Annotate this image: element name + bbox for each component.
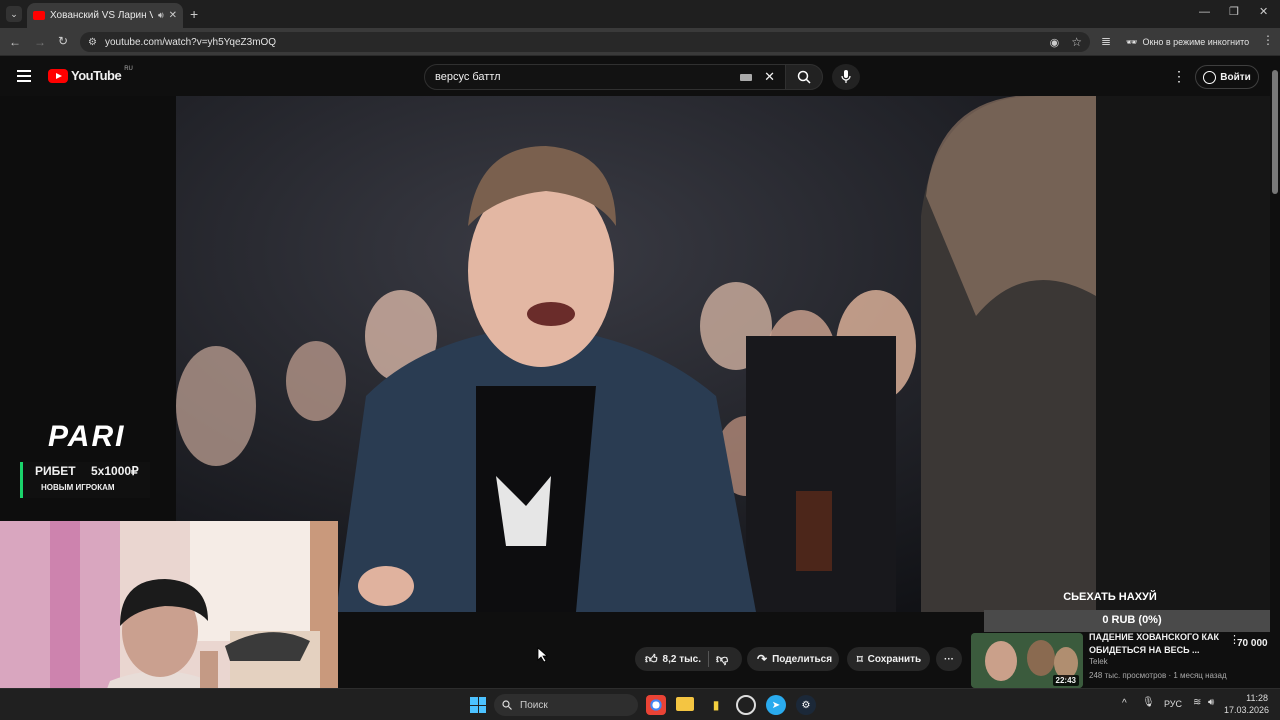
more-actions-button[interactable]: ··· <box>936 647 962 671</box>
share-icon: ↷ <box>757 652 768 666</box>
back-arrow-icon[interactable]: ← <box>9 36 21 48</box>
thumbs-up-icon: 👍︎ <box>645 651 658 666</box>
thumbs-down-icon: 👎︎ <box>716 651 729 666</box>
clock-date: 17.03.2026 <box>1224 705 1270 715</box>
more-horizontal-icon: ··· <box>944 653 954 665</box>
clock-time: 11:28 <box>1246 693 1268 703</box>
pari-promo-sub: НОВЫМ ИГРОКАМ <box>41 483 115 492</box>
pari-logo: PARI <box>48 420 126 453</box>
youtube-play-icon <box>48 68 68 83</box>
url-text: youtube.com/watch?v=yh5YqeZ3mOQ <box>104 36 277 48</box>
taskbar-search-label: Поиск <box>520 699 548 711</box>
save-label: Сохранить <box>867 653 922 665</box>
pari-promo-left: РИБЕТ <box>35 464 76 478</box>
related-video-channel[interactable]: Telek <box>1089 657 1108 666</box>
new-tab-button[interactable]: + <box>190 6 198 22</box>
signin-button[interactable]: Войти <box>1195 65 1259 89</box>
incognito-icon: 🕶︎ <box>1126 36 1138 47</box>
file-explorer-icon[interactable] <box>676 697 694 711</box>
volume-icon[interactable]: 🔊︎ <box>1208 697 1214 708</box>
eye-off-icon[interactable]: ◉ <box>1050 36 1060 49</box>
like-count: 8,2 тыс. <box>662 653 702 665</box>
search-input[interactable]: версус баттл ✕ <box>424 64 786 90</box>
input-language[interactable]: РУС <box>1164 699 1182 709</box>
start-button[interactable] <box>470 697 486 713</box>
donation-goal-overlay: СЬЕХАТЬ НАХУЙ 0 RUB (0%) <box>984 585 1272 633</box>
reading-list-icon[interactable]: ≣ <box>1101 35 1111 47</box>
tab-title: Хованский VS Ларин Versus <box>50 10 153 21</box>
share-label: Поделиться <box>772 653 833 665</box>
browser-tab-bar: ⌄ Хованский VS Ларин Versus 🔊︎ ✕ + — ❐ ✕ <box>0 0 1280 28</box>
related-video-meta: 248 тыс. просмотров · 1 месяц назад <box>1089 671 1227 680</box>
youtube-favicon-icon <box>33 11 45 20</box>
wifi-icon[interactable]: ≋ <box>1193 697 1201 708</box>
settings-menu-icon[interactable]: ⋮ <box>1172 68 1186 85</box>
video-duration: 22:43 <box>1052 675 1079 686</box>
tray-mic-icon[interactable]: 🎙︎ <box>1142 697 1155 708</box>
taskbar-search-icon <box>502 700 512 710</box>
related-video-title[interactable]: ПАДЕНИЕ ХОВАНСКОГО КАК ОБИДЕТЬСЯ НА ВЕСЬ… <box>1089 631 1229 657</box>
browser-menu-icon[interactable]: ⋮ <box>1262 34 1274 46</box>
page-scrollbar[interactable] <box>1270 56 1280 688</box>
forward-arrow-icon[interactable]: → <box>34 36 46 48</box>
pari-promo-overlay: PARI РИБЕТ 5x1000₽ НОВЫМ ИГРОКАМ <box>16 420 166 500</box>
video-right-dark-area <box>1096 96 1270 616</box>
save-button[interactable]: ⌑ Сохранить <box>847 647 930 671</box>
donation-progress-bar: 0 RUB (0%) <box>984 610 1272 632</box>
share-button[interactable]: ↷ Поделиться <box>747 647 839 671</box>
reload-icon[interactable]: ↻ <box>58 35 68 47</box>
hamburger-menu-icon[interactable] <box>17 70 31 82</box>
chrome-icon[interactable] <box>646 695 666 715</box>
tab-search-button[interactable]: ⌄ <box>6 6 22 22</box>
search-query: версус баттл <box>435 71 501 83</box>
windows-taskbar: Поиск ▮ ➤ ⚙︎ ^ 🎙︎ РУС ≋ 🔊︎ 11:28 17.03.2… <box>0 688 1280 720</box>
related-video-thumbnail[interactable]: 22:43 <box>971 633 1083 688</box>
bookmark-star-icon[interactable]: ☆ <box>1071 35 1082 49</box>
telegram-icon[interactable]: ➤ <box>766 695 786 715</box>
steam-icon[interactable]: ⚙︎ <box>796 695 816 715</box>
search-button[interactable] <box>785 64 823 90</box>
site-info-icon[interactable]: ⚙︎ <box>88 37 97 48</box>
like-button[interactable]: 👍︎ 8,2 тыс. <box>645 652 701 667</box>
pari-promo-right: 5x1000₽ <box>91 464 139 478</box>
obs-icon[interactable] <box>736 695 756 715</box>
app-icon-yellow[interactable]: ▮ <box>706 695 726 715</box>
incognito-indicator[interactable]: 🕶︎ Окно в режиме инкогнито <box>1120 32 1255 52</box>
restore-button[interactable]: ❐ <box>1229 5 1239 18</box>
minimize-button[interactable]: — <box>1199 6 1210 18</box>
donation-goal-title: СЬЕХАТЬ НАХУЙ <box>1063 591 1157 603</box>
youtube-logo-text: YouTube <box>71 68 122 83</box>
related-video-item[interactable]: 22:43 ПАДЕНИЕ ХОВАНСКОГО КАК ОБИДЕТЬСЯ Н… <box>971 631 1271 688</box>
region-badge: RU <box>124 66 133 72</box>
address-bar[interactable]: ⚙︎ youtube.com/watch?v=yh5YqeZ3mOQ ◉ ☆ <box>80 32 1090 52</box>
incognito-label: Окно в режиме инкогнито <box>1142 37 1250 47</box>
taskbar-search[interactable]: Поиск <box>494 694 638 716</box>
scrollbar-thumb[interactable] <box>1272 70 1278 194</box>
keyboard-icon[interactable] <box>740 73 753 81</box>
bookmark-icon: ⌑ <box>857 653 863 666</box>
close-window-button[interactable]: ✕ <box>1259 5 1268 18</box>
tray-chevron-icon[interactable]: ^ <box>1122 698 1127 709</box>
clock[interactable]: 11:28 17.03.2026 <box>1224 692 1270 716</box>
speaker-icon[interactable]: 🔊︎ <box>158 10 164 21</box>
microphone-icon <box>841 70 851 83</box>
browser-tab[interactable]: Хованский VS Ларин Versus 🔊︎ ✕ <box>27 3 183 28</box>
like-dislike-group: 👍︎ 8,2 тыс. 👎︎ <box>635 647 742 671</box>
voice-search-button[interactable] <box>832 64 860 90</box>
donation-progress-value: 0 RUB (0%) <box>1102 614 1162 626</box>
tab-close-icon[interactable]: ✕ <box>169 10 177 21</box>
signin-label: Войти <box>1220 71 1251 83</box>
dislike-button[interactable]: 👎︎ <box>716 652 728 667</box>
search-icon <box>797 70 811 84</box>
account-icon <box>1203 70 1217 84</box>
youtube-logo[interactable]: YouTube RU <box>48 66 133 83</box>
pari-promo-box: РИБЕТ 5x1000₽ НОВЫМ ИГРОКАМ <box>20 462 150 498</box>
clear-search-icon[interactable]: ✕ <box>764 69 775 85</box>
overlay-counter: 70 000 <box>1237 638 1268 649</box>
